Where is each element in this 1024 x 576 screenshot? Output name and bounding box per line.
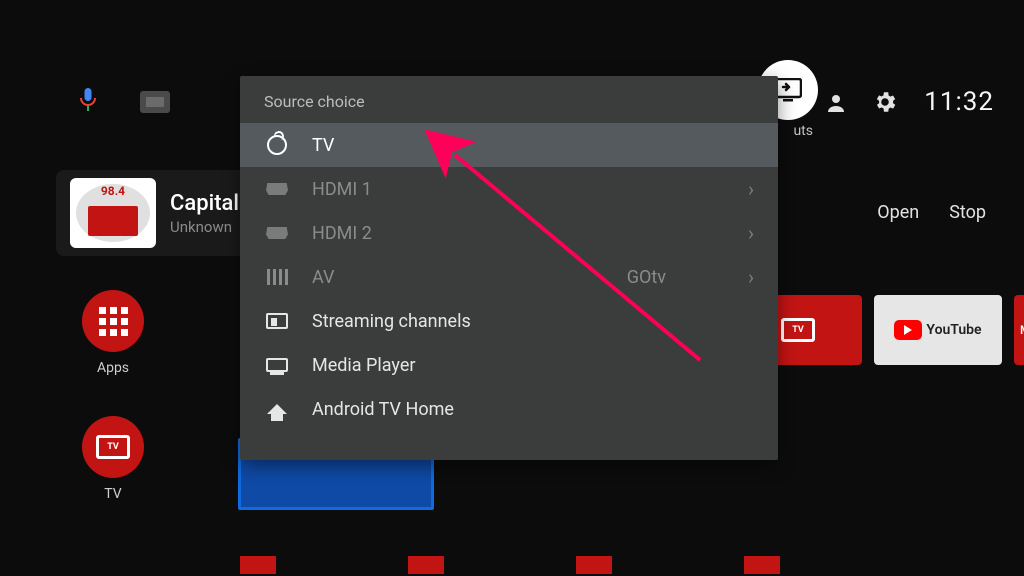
home-icon xyxy=(264,396,290,422)
chevron-right-icon: › xyxy=(748,221,754,245)
app-logo: 98.4 xyxy=(70,178,156,248)
source-item-label: Android TV Home xyxy=(312,399,754,420)
app-actions: Open Stop xyxy=(877,186,986,238)
av-icon xyxy=(264,264,290,290)
source-item-label: Streaming channels xyxy=(312,311,754,332)
inputs-label: uts xyxy=(793,123,813,139)
source-item-label: HDMI 1 xyxy=(312,179,726,200)
nav-column: Apps TV xyxy=(82,290,144,502)
stop-button[interactable]: Stop xyxy=(949,202,986,223)
media-player-icon xyxy=(264,352,290,378)
dialog-title: Source choice xyxy=(240,76,778,123)
source-item-media-player[interactable]: Media Player xyxy=(240,343,778,387)
tv-icon xyxy=(82,416,144,478)
mic-icon[interactable] xyxy=(78,87,98,117)
app-title: Capital xyxy=(170,191,239,216)
hdmi-icon xyxy=(264,220,290,246)
nav-tv[interactable]: TV xyxy=(82,416,144,502)
keyboard-icon[interactable] xyxy=(140,91,170,113)
source-item-av[interactable]: AV GOtv › xyxy=(240,255,778,299)
source-item-android-home[interactable]: Android TV Home xyxy=(240,387,778,431)
source-item-label: TV xyxy=(312,135,754,156)
profile-icon[interactable] xyxy=(824,91,846,113)
source-item-hdmi1[interactable]: HDMI 1 › xyxy=(240,167,778,211)
stream-icon xyxy=(264,308,290,334)
source-item-label: AV xyxy=(312,267,605,288)
source-item-hdmi2[interactable]: HDMI 2 › xyxy=(240,211,778,255)
apps-icon xyxy=(82,290,144,352)
settings-icon[interactable] xyxy=(872,89,898,115)
nav-apps[interactable]: Apps xyxy=(82,290,144,376)
source-item-label: Media Player xyxy=(312,355,754,376)
tile-youtube[interactable]: YouTube xyxy=(874,295,1002,365)
source-item-label: HDMI 2 xyxy=(312,223,726,244)
clock: 11:32 xyxy=(924,87,994,117)
app-subtitle: Unknown xyxy=(170,218,239,236)
tv-source-icon xyxy=(264,132,290,158)
tile-cutoff[interactable]: Ma xyxy=(1014,295,1024,365)
bottom-row-badges xyxy=(240,556,994,576)
source-item-streaming[interactable]: Streaming channels xyxy=(240,299,778,343)
hdmi-icon xyxy=(264,176,290,202)
source-item-extra: GOtv xyxy=(627,267,666,288)
youtube-icon xyxy=(894,320,922,340)
chevron-right-icon: › xyxy=(748,265,754,289)
source-item-tv[interactable]: TV xyxy=(240,123,778,167)
chevron-right-icon: › xyxy=(748,177,754,201)
open-button[interactable]: Open xyxy=(877,202,919,223)
source-choice-dialog: Source choice TV HDMI 1 › HDMI 2 › AV GO… xyxy=(240,76,778,460)
